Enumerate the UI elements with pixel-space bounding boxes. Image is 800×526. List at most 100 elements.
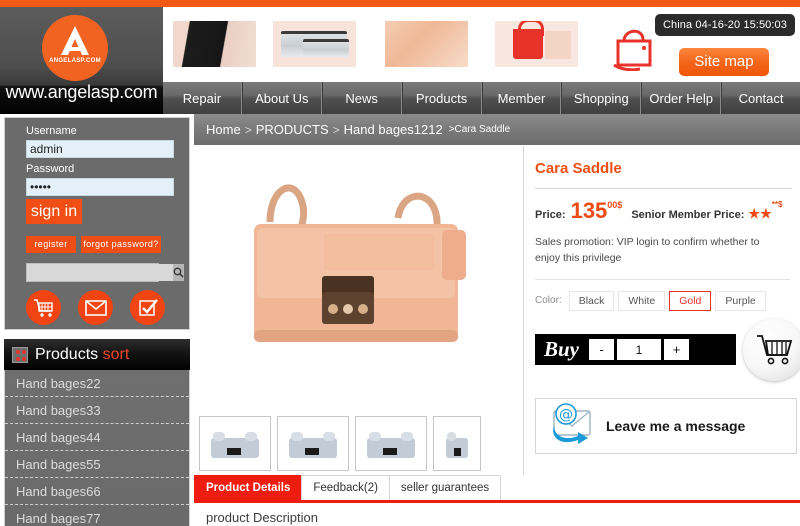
divider <box>535 278 790 280</box>
list-item[interactable]: Hand bages22 <box>5 370 189 397</box>
left-sidebar: Username Password sign in register forgo… <box>0 114 193 526</box>
register-button[interactable]: register <box>26 236 76 253</box>
thumbnail-bag-icon <box>289 431 337 458</box>
nav-item-products[interactable]: Products <box>401 82 482 114</box>
tab-product-details[interactable]: Product Details <box>194 475 303 500</box>
nav-item-shopping[interactable]: Shopping <box>561 82 642 114</box>
nav-item-repair[interactable]: Repair <box>163 82 242 114</box>
username-input[interactable] <box>26 140 174 158</box>
list-item[interactable]: Hand bages44 <box>5 424 189 451</box>
shopping-cart-icon <box>757 335 793 365</box>
logo-subtext: ANGELASP.COM <box>49 58 101 64</box>
nav-item-member[interactable]: Member <box>481 82 562 114</box>
thumbnail-row <box>199 416 524 471</box>
price-label: Price: <box>535 209 566 221</box>
price-value: 135 <box>570 198 608 223</box>
mail-shortcut-button[interactable] <box>78 290 113 325</box>
username-label: Username <box>26 125 77 137</box>
color-option-gold[interactable]: Gold <box>669 290 712 311</box>
login-panel: Username Password sign in register forgo… <box>4 117 190 330</box>
forgot-password-button[interactable]: forgot password? <box>81 236 161 253</box>
site-url-text: www.angelasp.com <box>5 82 158 102</box>
server-time-badge: China 04-16-20 15:50:03 <box>655 14 795 36</box>
nav-item-contact[interactable]: Contact <box>721 82 800 114</box>
color-option-white[interactable]: White <box>618 290 666 311</box>
site-map-button[interactable]: Site map <box>679 48 769 76</box>
products-sort-header: Products sort <box>4 339 190 370</box>
price-cents: 00$ <box>607 200 623 210</box>
thumbnail-bag-icon <box>211 431 259 458</box>
pink-bag-shape <box>545 31 571 59</box>
senior-price-label: Senior Member Price: <box>631 209 745 221</box>
quantity-decrease-button[interactable]: - <box>589 339 615 360</box>
site-logo-block[interactable]: ANGELASP.COM www.angelasp.com <box>0 7 163 115</box>
color-option-black[interactable]: Black <box>568 290 615 311</box>
color-option-purple[interactable]: Purple <box>715 290 766 311</box>
quantity-value[interactable]: 1 <box>617 339 662 360</box>
grid-icon <box>12 346 28 363</box>
price-row: Price: 135 00$ Senior Member Price: ★★ *… <box>535 198 794 224</box>
banner-image-tan-bag <box>385 21 468 67</box>
leave-message-label: Leave me a message <box>606 418 746 434</box>
product-main-image[interactable] <box>202 152 516 398</box>
silver-bag-shape-small <box>303 39 349 57</box>
search-icon <box>173 267 184 278</box>
banner-image-black-bag <box>173 21 256 67</box>
nav-item-news[interactable]: News <box>321 82 402 114</box>
handbag-outline-icon <box>613 29 652 71</box>
cart-shortcut-button[interactable] <box>26 290 61 325</box>
divider <box>535 188 792 189</box>
breadcrumb-current: >Cara Saddle <box>448 124 511 135</box>
top-accent-bar <box>0 0 800 7</box>
leave-message-button[interactable]: @ Leave me a message <box>535 398 797 454</box>
sidebar-search <box>26 263 184 282</box>
password-input[interactable] <box>26 178 174 196</box>
list-item[interactable]: Hand bages66 <box>5 478 189 505</box>
sign-in-button[interactable]: sign in <box>26 199 82 224</box>
handbag-photo <box>202 152 516 398</box>
breadcrumb-products[interactable]: PRODUCTS <box>256 122 329 137</box>
banner-image-silver-bags <box>273 21 356 67</box>
quantity-increase-button[interactable]: + <box>664 339 690 360</box>
banner-image-red-bag <box>495 21 578 67</box>
thumbnail-3[interactable] <box>355 416 427 471</box>
red-bag-shape <box>513 21 544 59</box>
product-detail-panel: Cara Saddle Price: 135 00$ Senior Member… <box>525 146 800 475</box>
product-description-heading: product Description <box>206 510 318 525</box>
breadcrumb: Home > PRODUCTS > Hand bages1212 >Cara S… <box>194 114 800 145</box>
tab-seller-guarantees[interactable]: seller guarantees <box>388 475 502 500</box>
check-square-icon <box>138 298 158 316</box>
sort-title-accent: sort <box>102 345 130 363</box>
buy-bar: Buy - 1 + <box>535 334 736 365</box>
nav-item-order-help[interactable]: Order Help <box>641 82 722 114</box>
buy-label: Buy <box>544 337 580 361</box>
thumbnail-bag-icon <box>367 431 415 458</box>
list-item[interactable]: Hand bages55 <box>5 451 189 478</box>
logo-circle: ANGELASP.COM <box>42 15 108 81</box>
page-title: Cara Saddle <box>535 160 622 177</box>
envelope-icon <box>84 299 107 316</box>
password-label: Password <box>26 163 75 175</box>
senior-price-sup: **$ <box>771 200 783 209</box>
thumbnail-4[interactable] <box>433 416 481 471</box>
main-content: Home > PRODUCTS > Hand bages1212 >Cara S… <box>194 114 800 526</box>
shopping-cart-icon <box>33 298 53 317</box>
list-item[interactable]: Hand bages77 <box>5 505 189 526</box>
color-label: Color: <box>535 295 562 306</box>
breadcrumb-home[interactable]: Home <box>206 122 241 137</box>
promotion-text: Sales promotion: VIP login to confirm wh… <box>535 236 760 264</box>
breadcrumb-category[interactable]: Hand bages1212 <box>344 122 443 137</box>
list-item[interactable]: Hand bages33 <box>5 397 189 424</box>
page-root: China 04-16-20 15:50:03 Site map ANGELAS… <box>0 0 800 526</box>
thumbnail-2[interactable] <box>277 416 349 471</box>
checklist-shortcut-button[interactable] <box>130 290 165 325</box>
tab-feedback[interactable]: Feedback(2) <box>301 475 390 500</box>
search-input[interactable] <box>27 264 173 281</box>
thumbnail-bag-icon <box>446 431 468 458</box>
search-button[interactable] <box>173 264 184 281</box>
thumbnail-1[interactable] <box>199 416 271 471</box>
nav-item-about-us[interactable]: About Us <box>241 82 322 114</box>
add-to-cart-button[interactable] <box>743 319 800 381</box>
product-tabs: Product Details Feedback(2) seller guara… <box>194 475 800 503</box>
svg-text:@: @ <box>559 407 573 423</box>
